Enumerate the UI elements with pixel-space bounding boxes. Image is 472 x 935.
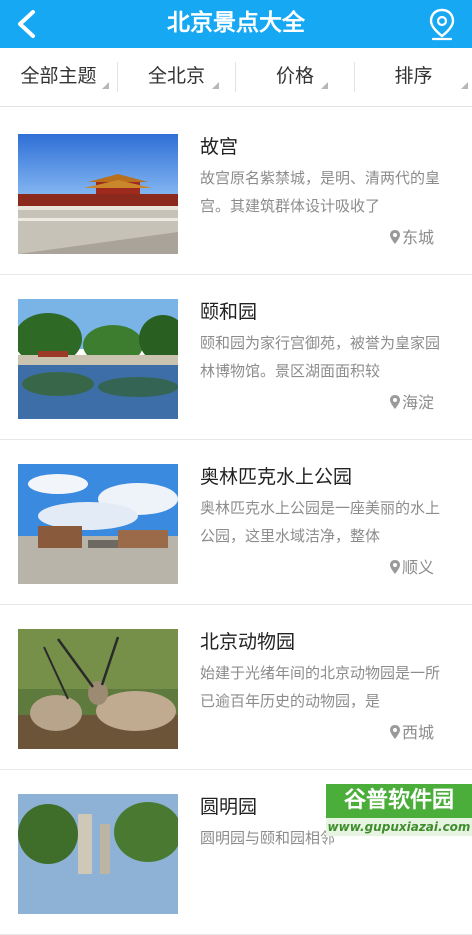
attraction-district: 东城 bbox=[389, 224, 434, 248]
map-pin-icon bbox=[389, 230, 400, 244]
attraction-desc: 颐和园为家行宫御苑，被誉为皇家园林博物馆。景区湖面面积较 bbox=[200, 334, 441, 380]
attraction-item[interactable]: 故宫 故宫原名紫禁城，是明、清两代的皇宫。其建筑群体设计吸收了 东城 bbox=[0, 110, 472, 275]
attraction-name: 北京动物园 bbox=[200, 631, 296, 653]
dropdown-triangle-icon bbox=[102, 82, 109, 89]
attraction-district: 海淀 bbox=[389, 389, 434, 413]
dropdown-triangle-icon bbox=[321, 82, 328, 89]
attraction-photo bbox=[18, 134, 178, 254]
attraction-item[interactable]: 颐和园 颐和园为家行宫御苑，被誉为皇家园林博物馆。景区湖面面积较 海淀 bbox=[0, 275, 472, 440]
district-label: 西城 bbox=[401, 723, 434, 742]
site-watermark: 谷普软件园 www.gupuxiazai.com bbox=[326, 784, 472, 838]
attraction-district: 西城 bbox=[389, 719, 434, 743]
location-button[interactable] bbox=[424, 6, 460, 42]
dropdown-triangle-icon bbox=[212, 82, 219, 89]
map-pin-icon bbox=[389, 560, 400, 574]
attraction-photo bbox=[18, 464, 178, 584]
watermark-url: www.gupuxiazai.com bbox=[326, 818, 472, 836]
filter-theme[interactable]: 全部主题 bbox=[0, 48, 117, 106]
attraction-desc: 奥林匹克水上公园是一座美丽的水上公园，这里水域洁净，整体 bbox=[200, 499, 441, 545]
dropdown-triangle-icon bbox=[461, 82, 468, 89]
attraction-district: 顺义 bbox=[389, 554, 434, 578]
attraction-name: 颐和园 bbox=[200, 301, 258, 323]
filter-theme-label: 全部主题 bbox=[20, 65, 97, 87]
attraction-name: 圆明园 bbox=[200, 796, 258, 818]
map-pin-icon bbox=[389, 395, 400, 409]
attraction-item[interactable]: 北京动物园 始建于光绪年间的北京动物园是一所已逾百年历史的动物园，是 西城 bbox=[0, 605, 472, 770]
map-pin-icon bbox=[389, 725, 400, 739]
district-label: 顺义 bbox=[401, 558, 434, 577]
filter-area[interactable]: 全北京 bbox=[118, 48, 235, 106]
app-header: 北京景点大全 bbox=[0, 0, 472, 48]
location-pin-icon bbox=[429, 8, 455, 41]
page-title: 北京景点大全 bbox=[167, 10, 305, 36]
filter-area-label: 全北京 bbox=[147, 65, 205, 87]
attraction-desc: 故宫原名紫禁城，是明、清两代的皇宫。其建筑群体设计吸收了 bbox=[200, 169, 441, 215]
filter-bar: 全部主题 全北京 价格 排序 bbox=[0, 48, 472, 107]
watermark-brand: 谷普软件园 bbox=[326, 784, 472, 818]
filter-price-label: 价格 bbox=[275, 65, 314, 87]
attraction-desc: 始建于光绪年间的北京动物园是一所已逾百年历史的动物园，是 bbox=[200, 664, 441, 710]
attraction-photo bbox=[18, 299, 178, 419]
district-label: 海淀 bbox=[401, 393, 434, 412]
attraction-photo bbox=[18, 794, 178, 914]
filter-price[interactable]: 价格 bbox=[236, 48, 354, 106]
district-label: 东城 bbox=[401, 228, 434, 247]
filter-sort[interactable]: 排序 bbox=[355, 48, 472, 106]
attraction-item[interactable]: 奥林匹克水上公园 奥林匹克水上公园是一座美丽的水上公园，这里水域洁净，整体 顺义 bbox=[0, 440, 472, 605]
filter-sort-label: 排序 bbox=[394, 65, 433, 87]
attraction-photo bbox=[18, 629, 178, 749]
attraction-name: 奥林匹克水上公园 bbox=[200, 466, 353, 488]
attraction-name: 故宫 bbox=[200, 136, 239, 158]
